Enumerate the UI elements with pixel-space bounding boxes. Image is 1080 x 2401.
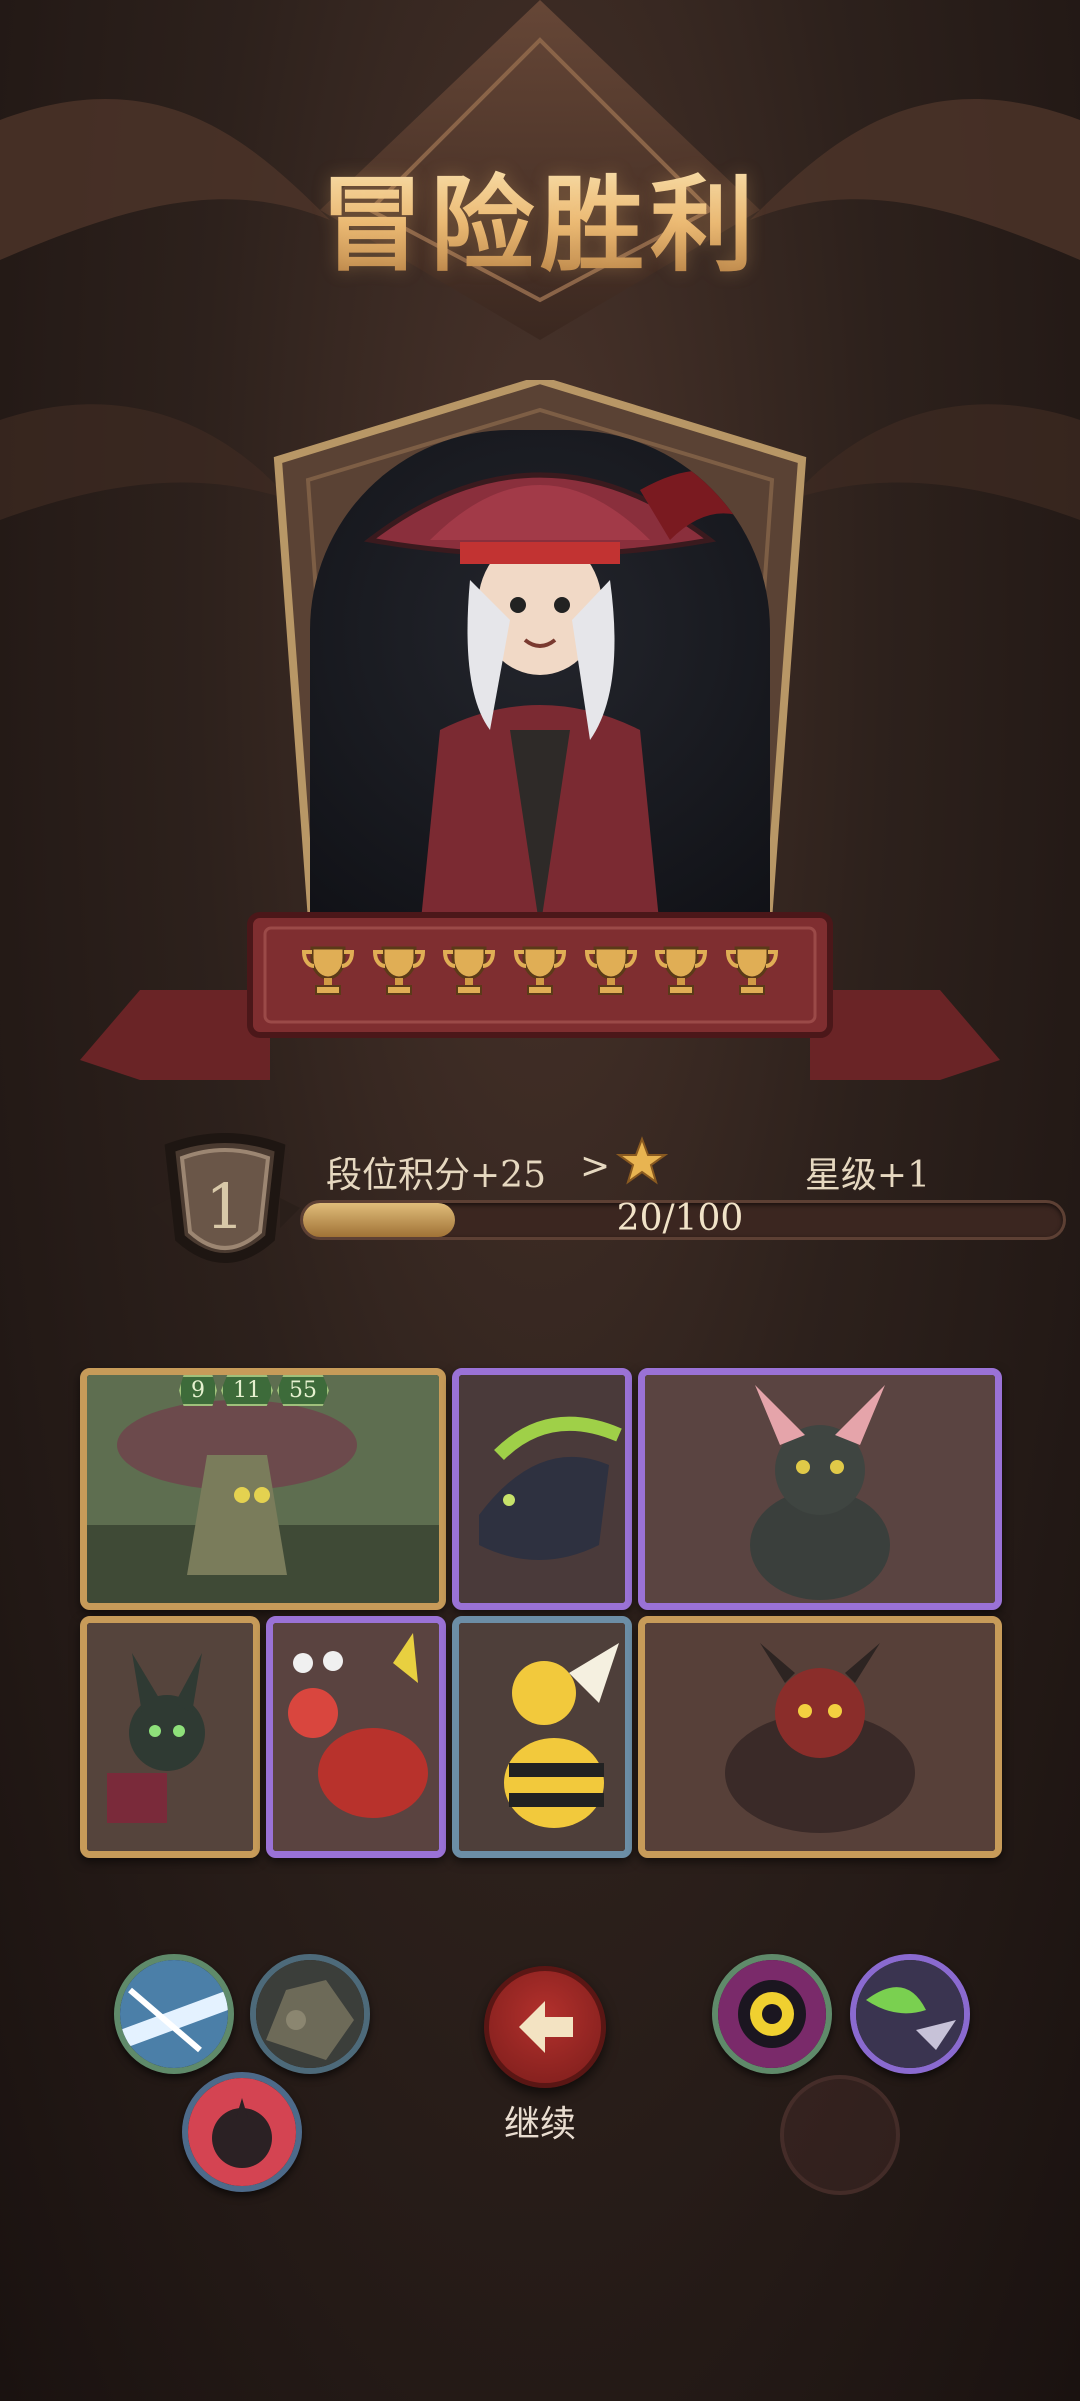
- rank-progress-text: 20/100: [616, 1198, 744, 1239]
- bee-image: [459, 1623, 625, 1851]
- rock-icon[interactable]: [250, 1954, 370, 2074]
- pirate-hero-image: [363, 470, 750, 930]
- trophy-icon: [725, 946, 778, 995]
- hero-portrait: [310, 430, 770, 930]
- stat-badge: 11: [221, 1375, 273, 1406]
- monster-card-mushroom-treant[interactable]: 9 11 55: [80, 1368, 446, 1610]
- monster-card-sphinx-cat[interactable]: [638, 1368, 1002, 1610]
- arrow-left-icon: [519, 2001, 573, 2053]
- rank-points-label: 段位积分+25: [326, 1155, 546, 1196]
- sphinx-cat-image: [645, 1375, 995, 1603]
- demon-beast-image: [645, 1623, 995, 1851]
- monster-card-cat-mage[interactable]: [80, 1616, 260, 1858]
- trophy-row: [300, 942, 780, 998]
- trophy-icon: [655, 946, 708, 995]
- cat-mage-image: [87, 1623, 253, 1851]
- star-level-label: 星级+1: [804, 1155, 930, 1196]
- trophy-ribbon: [80, 912, 1000, 1080]
- card-stat-badges: 9 11 55: [179, 1375, 329, 1406]
- trophy-icon: [513, 946, 566, 995]
- monster-card-demon-beast[interactable]: [638, 1616, 1002, 1858]
- trophy-icon: [372, 946, 425, 995]
- trophy-icon: [301, 946, 355, 995]
- star-icon: [616, 1136, 668, 1185]
- continue-button[interactable]: [484, 1966, 606, 2088]
- ice-slash-icon[interactable]: [114, 1954, 234, 2074]
- continue-label[interactable]: 继续: [440, 2095, 640, 2147]
- rank-arrow: >: [580, 1146, 611, 1187]
- captured-monster-grid: 9 11 55: [80, 1368, 1002, 1868]
- stat-badge: 55: [277, 1375, 329, 1406]
- monster-card-crab-beetle[interactable]: [266, 1616, 446, 1858]
- monster-card-bee[interactable]: [452, 1616, 632, 1858]
- rank-level: 1: [205, 1170, 245, 1243]
- rank-progress-panel: 1 段位积分+25 > 星级+1 20/100: [150, 1128, 1066, 1288]
- mushroom-treant-image: [87, 1375, 439, 1603]
- locked-skill-slot: [780, 2075, 900, 2195]
- victory-title: 冒险胜利: [0, 140, 1080, 291]
- trophy-icon: [584, 946, 637, 995]
- trophy-icon: [443, 946, 496, 995]
- crab-beetle-image: [273, 1623, 439, 1851]
- poison-crow-icon[interactable]: [850, 1954, 970, 2074]
- eye-target-icon[interactable]: [712, 1954, 832, 2074]
- stat-badge: 9: [179, 1375, 217, 1406]
- shadow-beast-icon[interactable]: [182, 2072, 302, 2192]
- shadow-wolf-image: [459, 1375, 625, 1603]
- monster-card-shadow-wolf[interactable]: [452, 1368, 632, 1610]
